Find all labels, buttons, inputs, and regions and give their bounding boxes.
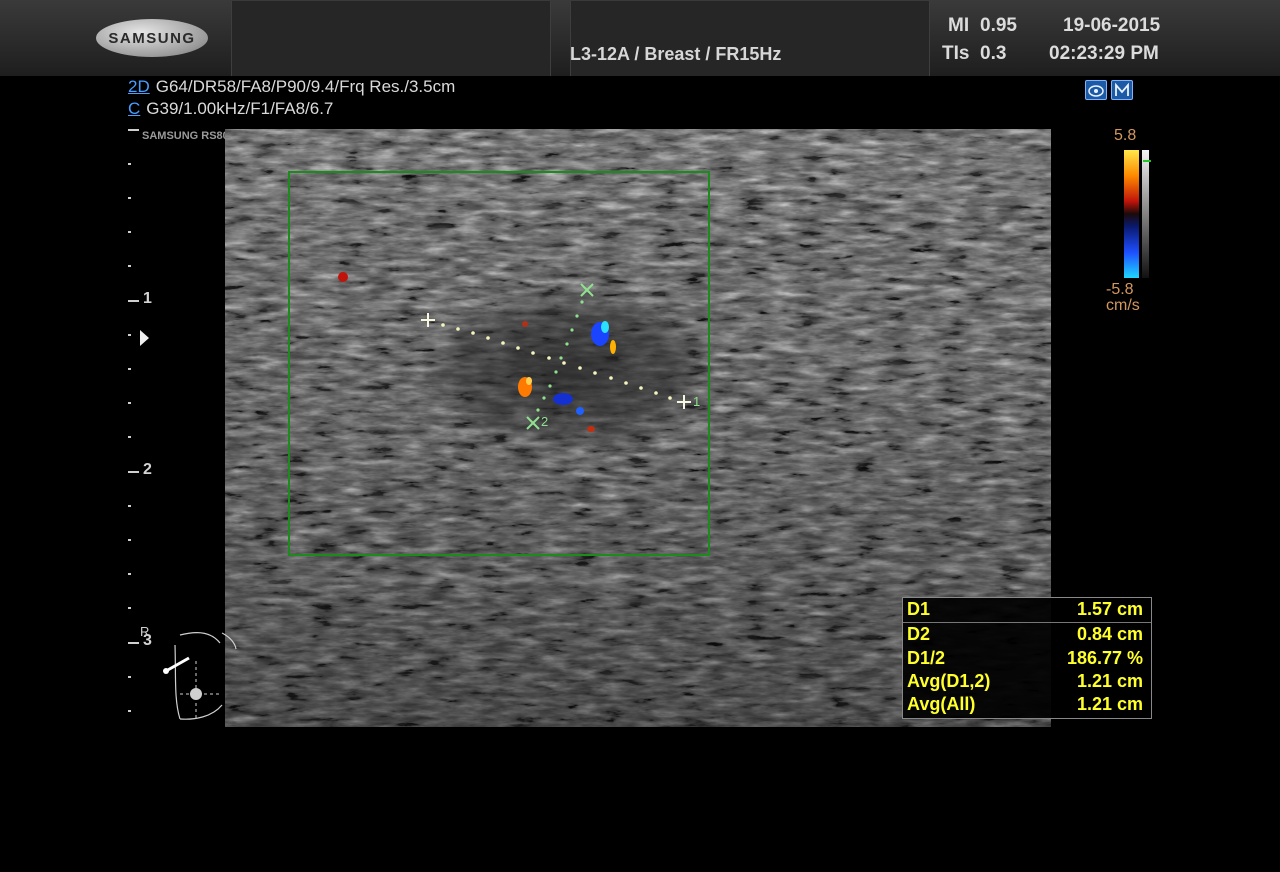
measurement-value: 1.21 cm — [1076, 694, 1143, 714]
caliper-overlay — [421, 283, 691, 430]
measurement-row-avg-d12: Avg(D1,2) 1.21 cm — [903, 670, 1151, 693]
body-marker-icon[interactable] — [140, 625, 240, 725]
body-marker-side-label: R — [140, 624, 150, 639]
grayscale-threshold-marker — [1143, 160, 1151, 162]
measurement-name: D1 — [907, 599, 931, 619]
measurement-value: 1.57 cm — [1076, 599, 1143, 619]
caliper-d2-end-icon — [526, 416, 540, 430]
measurement-value: 1.21 cm — [1076, 671, 1143, 691]
measurement-row-avg-all: Avg(All) 1.21 cm — [903, 693, 1151, 716]
caliper-d1-end-icon — [677, 395, 691, 409]
measurement-name: Avg(All) — [907, 694, 976, 714]
measurement-value: 186.77 % — [1066, 648, 1143, 668]
color-velocity-bar — [1124, 150, 1139, 278]
color-scale-max: 5.8 — [1114, 127, 1137, 144]
measurement-value: 0.84 cm — [1076, 624, 1143, 644]
grayscale-bar — [1142, 150, 1149, 278]
measurement-name: D2 — [907, 624, 931, 644]
measurement-row-d2: D2 0.84 cm — [903, 623, 1151, 646]
caliper-d1-label: 1 — [693, 394, 701, 409]
caliper-d2-start-icon — [580, 283, 594, 297]
measurement-row-d1: D1 1.57 cm — [903, 598, 1151, 621]
measurement-name: Avg(D1,2) — [907, 671, 991, 691]
caliper-d1-start-icon — [421, 313, 435, 327]
measurement-name: D1/2 — [907, 648, 946, 668]
caliper-d2-label: 2 — [541, 414, 549, 429]
measurement-row-ratio: D1/2 186.77 % — [903, 647, 1151, 670]
color-scale-unit: cm/s — [1106, 297, 1140, 314]
measurement-results: D1 1.57 cm D2 0.84 cm D1/2 186.77 % Avg(… — [902, 597, 1152, 719]
